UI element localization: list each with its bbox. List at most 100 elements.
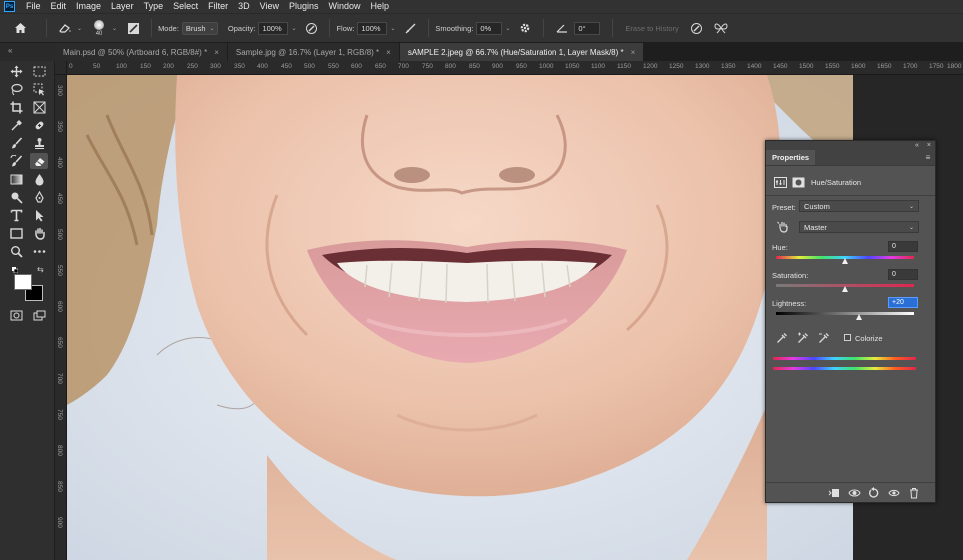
divider	[151, 19, 153, 37]
menu-layer[interactable]: Layer	[106, 0, 139, 13]
history-brush-tool-icon[interactable]	[7, 153, 25, 169]
frame-tool-icon[interactable]	[30, 99, 48, 115]
chevron-down-icon[interactable]: ⌄	[291, 25, 296, 32]
type-tool-icon[interactable]	[7, 207, 25, 223]
object-selection-tool-icon[interactable]	[30, 81, 48, 97]
pen-tool-icon[interactable]	[30, 189, 48, 205]
ruler-origin[interactable]	[55, 61, 67, 75]
crop-tool-icon[interactable]	[7, 99, 25, 115]
eyedropper-plus-icon[interactable]	[796, 331, 810, 345]
swap-colors-icon[interactable]: ⇆	[37, 265, 44, 274]
targeted-adjustment-hand-icon[interactable]	[776, 220, 790, 234]
preset-select[interactable]: Custom ⌄	[799, 200, 919, 212]
menu-plugins[interactable]: Plugins	[284, 0, 324, 13]
eraser-tool-preset-icon[interactable]	[57, 20, 73, 36]
eraser-tool-icon[interactable]	[30, 153, 48, 169]
photo-smiling-woman[interactable]	[67, 75, 853, 560]
zoom-tool-icon[interactable]	[7, 243, 25, 259]
document-tab[interactable]: Sample.jpg @ 16.7% (Layer 1, RGB/8) * ×	[227, 43, 400, 61]
document-tab[interactable]: Main.psd @ 50% (Artboard 6, RGB/8#) * ×	[55, 43, 228, 61]
pressure-size-icon[interactable]	[689, 20, 705, 36]
clip-to-layer-icon[interactable]	[827, 486, 841, 500]
move-tool-icon[interactable]	[7, 63, 25, 79]
collapse-panel-icon[interactable]: «	[915, 142, 919, 149]
menu-3d[interactable]: 3D	[233, 0, 255, 13]
rectangle-tool-icon[interactable]	[7, 225, 25, 241]
smoothing-input[interactable]: 0%	[476, 21, 503, 35]
hue-input[interactable]: 0	[888, 241, 918, 252]
hand-tool-icon[interactable]	[30, 225, 48, 241]
menu-filter[interactable]: Filter	[203, 0, 233, 13]
chevron-down-icon[interactable]: ⌄	[112, 25, 117, 32]
erase-to-history-checkbox[interactable]: Erase to History	[625, 24, 678, 33]
saturation-slider-thumb[interactable]	[842, 286, 848, 292]
angle-input[interactable]: 0°	[574, 21, 601, 35]
lightness-slider-thumb[interactable]	[855, 314, 862, 320]
layer-mask-icon[interactable]	[792, 177, 805, 188]
vertical-ruler[interactable]: 300 350 400 450 500 550 600 650 700 750 …	[55, 75, 67, 560]
adjustment-layer-icon[interactable]	[774, 177, 787, 188]
menu-help[interactable]: Help	[366, 0, 395, 13]
colorize-checkbox[interactable]	[844, 334, 851, 341]
healing-brush-tool-icon[interactable]	[30, 117, 48, 133]
dodge-tool-icon[interactable]	[7, 189, 25, 205]
menu-file[interactable]: File	[21, 0, 46, 13]
home-icon[interactable]	[10, 18, 30, 38]
ruler-tick-label: 1100	[591, 63, 605, 70]
airbrush-icon[interactable]	[402, 20, 418, 36]
trash-icon[interactable]	[907, 486, 921, 500]
eyedropper-minus-icon[interactable]	[817, 331, 831, 345]
chevron-down-icon[interactable]: ⌄	[505, 25, 510, 32]
channel-value: Master	[804, 222, 827, 232]
brush-preset-picker[interactable]: 40	[88, 16, 110, 40]
menu-select[interactable]: Select	[168, 0, 203, 13]
chevron-down-icon[interactable]: ⌄	[77, 25, 82, 32]
menu-window[interactable]: Window	[324, 0, 366, 13]
gear-icon[interactable]	[517, 20, 533, 36]
panel-menu-icon[interactable]: ≡	[921, 150, 935, 165]
close-icon[interactable]: ×	[386, 48, 391, 57]
tab-properties[interactable]: Properties	[766, 150, 816, 165]
document-tab-active[interactable]: sAMPLE 2.jpeg @ 66.7% (Hue/Saturation 1,…	[399, 43, 645, 61]
symmetry-butterfly-icon[interactable]	[713, 20, 729, 36]
brush-tool-icon[interactable]	[7, 135, 25, 151]
close-icon[interactable]: ×	[631, 48, 636, 57]
flow-input[interactable]: 100%	[357, 21, 388, 35]
close-icon[interactable]: ×	[927, 142, 931, 149]
default-colors-icon[interactable]	[12, 266, 19, 274]
opacity-input[interactable]: 100%	[258, 21, 289, 35]
marquee-tool-icon[interactable]	[30, 63, 48, 79]
brush-settings-icon[interactable]	[125, 20, 141, 36]
menu-type[interactable]: Type	[139, 0, 169, 13]
ruler-tick-label: 550	[56, 265, 63, 276]
mode-select[interactable]: Brush ⌄	[181, 21, 218, 35]
more-tools-icon[interactable]	[30, 243, 48, 259]
lightness-slider-track[interactable]	[776, 312, 914, 315]
saturation-input[interactable]: 0	[888, 269, 918, 280]
quick-mask-icon[interactable]	[7, 307, 25, 323]
panel-collapse-button[interactable]: «	[0, 43, 55, 61]
channel-select[interactable]: Master ⌄	[799, 221, 919, 233]
ruler-tick-label: 200	[163, 63, 174, 70]
reset-icon[interactable]	[867, 486, 881, 500]
pressure-opacity-icon[interactable]	[303, 20, 319, 36]
view-previous-state-icon[interactable]	[847, 486, 861, 500]
clone-stamp-tool-icon[interactable]	[30, 135, 48, 151]
horizontal-ruler[interactable]: 0 50 100 150 200 250 300 350 400 450 500…	[67, 61, 963, 75]
screen-mode-icon[interactable]	[30, 307, 48, 323]
menu-edit[interactable]: Edit	[46, 0, 72, 13]
path-selection-tool-icon[interactable]	[30, 207, 48, 223]
menu-image[interactable]: Image	[71, 0, 106, 13]
menu-view[interactable]: View	[255, 0, 284, 13]
blur-tool-icon[interactable]	[30, 171, 48, 187]
visibility-eye-icon[interactable]	[887, 486, 901, 500]
foreground-color-swatch[interactable]	[14, 274, 32, 290]
eyedropper-icon[interactable]	[775, 331, 789, 345]
hue-slider-thumb[interactable]	[842, 258, 848, 264]
chevron-down-icon[interactable]: ⌄	[390, 25, 395, 32]
lightness-input[interactable]: +20	[888, 297, 918, 308]
close-icon[interactable]: ×	[214, 48, 219, 57]
eyedropper-tool-icon[interactable]	[7, 117, 25, 133]
lasso-tool-icon[interactable]	[7, 81, 25, 97]
gradient-tool-icon[interactable]	[7, 171, 25, 187]
